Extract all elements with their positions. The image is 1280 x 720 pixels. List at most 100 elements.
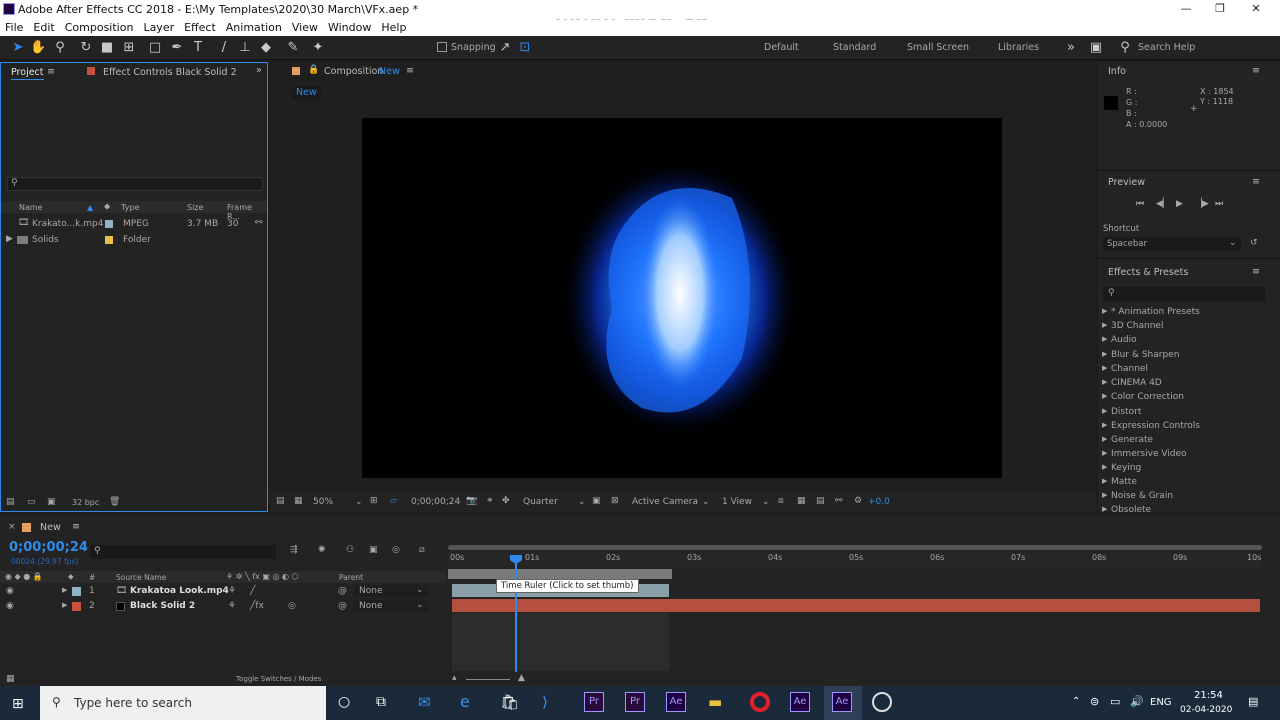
expand-arrow-icon[interactable]: ▶ [6, 234, 13, 244]
cortana-icon[interactable]: ○ [338, 694, 350, 710]
navigator-bar[interactable] [448, 545, 1262, 550]
clock-time[interactable]: 21:54 [1194, 690, 1223, 701]
graph-editor-icon[interactable]: ⧄ [419, 545, 425, 555]
effect-category[interactable]: Channel [1111, 364, 1148, 374]
task-view-icon[interactable]: ⧉ [376, 694, 386, 710]
search-help-field[interactable]: Search Help [1138, 42, 1195, 53]
workspace-default[interactable]: Default [764, 42, 799, 53]
workspace-standard[interactable]: Standard [833, 42, 876, 53]
current-time[interactable]: 0;00;00;24 [411, 497, 460, 507]
battery-icon[interactable]: ▭ [1110, 695, 1120, 708]
expand-arrow-icon[interactable]: ▶ [1102, 491, 1107, 499]
snap-feature-icon[interactable]: ⊡ [517, 40, 533, 56]
interpret-footage-icon[interactable]: ▤ [6, 497, 15, 507]
language-indicator[interactable]: ENG [1150, 697, 1172, 708]
list-item[interactable]: ▶ Solids Folder [1, 232, 267, 247]
composition-viewer[interactable] [362, 118, 1002, 478]
comp-tab-name[interactable]: New [379, 66, 400, 77]
new-folder-icon[interactable]: ▭ [27, 497, 36, 507]
rotate-tool-icon[interactable]: ↻ [78, 40, 94, 56]
effect-category[interactable]: Keying [1111, 463, 1141, 473]
expand-arrow-icon[interactable]: ▶ [1102, 407, 1107, 415]
puppet-tool-icon[interactable]: ✦ [310, 40, 326, 56]
rectangle-tool-icon[interactable]: □ [147, 40, 163, 56]
timeline-search-input[interactable] [90, 545, 276, 559]
shy-switch-icon[interactable]: ⚘ [228, 601, 236, 611]
layer-bar-black-solid[interactable] [452, 599, 1260, 612]
after-effects-icon[interactable]: Ae [790, 692, 810, 712]
comp-subtab[interactable]: New [292, 86, 321, 99]
layer-name[interactable]: Krakatoa Look.mp4 [130, 586, 229, 596]
snapshot-icon[interactable]: 📷 [466, 496, 477, 506]
tray-chevron-icon[interactable]: ⌃ [1072, 696, 1080, 707]
flowchart-icon[interactable]: ⚯ [835, 496, 843, 506]
comp-flowchart-icon[interactable]: ⇶ [290, 545, 298, 555]
expand-arrow-icon[interactable]: ▶ [62, 586, 67, 594]
notifications-icon[interactable]: ▤ [1248, 695, 1258, 708]
layer-name[interactable]: Black Solid 2 [130, 601, 195, 611]
table-row[interactable]: ◉ ▶ 1 🎞 Krakatoa Look.mp4 ⚘ ╱ @ None ⌄ [0, 584, 446, 598]
col-source-name[interactable]: Source Name [116, 573, 166, 582]
col-parent[interactable]: Parent [339, 573, 363, 582]
shortcut-dropdown[interactable]: Spacebar ⌄ [1103, 237, 1241, 251]
brush-tool-icon[interactable]: / [216, 40, 232, 56]
store-icon[interactable]: 🛍 [500, 693, 519, 711]
type-tool-icon[interactable]: T [190, 40, 206, 56]
expand-arrow-icon[interactable]: ▶ [1102, 421, 1107, 429]
pickwhip-icon[interactable]: @ [338, 601, 347, 611]
flowchart-icon[interactable]: ⚯ [255, 218, 263, 228]
effect-category[interactable]: Noise & Grain [1111, 491, 1173, 501]
edge-icon[interactable]: e [460, 692, 470, 711]
panel-menu-icon[interactable]: ≡ [72, 521, 80, 532]
effect-category[interactable]: Audio [1111, 335, 1137, 345]
show-snapshot-icon[interactable]: ⚭ [486, 496, 494, 506]
timeline-timecode[interactable]: 0;00;00;24 [9, 540, 88, 555]
panel-menu-icon[interactable]: ≡ [47, 66, 55, 77]
first-frame-icon[interactable]: ⏮ [1136, 199, 1144, 209]
chevron-down-icon[interactable]: ⌄ [702, 497, 710, 507]
frame-blending-icon[interactable]: ▣ [369, 545, 378, 555]
panel-menu-icon[interactable]: ≡ [1252, 176, 1260, 187]
menu-window[interactable]: Window [323, 20, 376, 36]
transparency-grid-icon[interactable]: ⊠ [611, 496, 619, 506]
panel-menu-icon[interactable]: ≡ [406, 65, 414, 76]
col-type[interactable]: Type [121, 203, 139, 212]
premiere-icon[interactable]: Pr [584, 692, 604, 712]
eye-icon[interactable]: ◉ [6, 586, 14, 596]
delete-icon[interactable]: 🗑 [109, 497, 120, 507]
project-search-input[interactable] [7, 177, 263, 191]
minimize-icon[interactable]: — [1176, 2, 1196, 15]
exposure-value[interactable]: +0.0 [868, 497, 890, 507]
parent-dropdown[interactable]: None ⌄ [354, 585, 428, 597]
last-frame-icon[interactable]: ⏭ [1215, 199, 1223, 209]
more-tabs-icon[interactable]: » [256, 65, 262, 76]
bit-depth[interactable]: 32 bpc [72, 498, 99, 507]
zoom-in-icon[interactable]: ▲ [518, 673, 525, 683]
timeline-icon[interactable]: ▤ [816, 496, 825, 506]
expand-arrow-icon[interactable]: ▶ [1102, 505, 1107, 513]
zoom-out-icon[interactable]: ▴ [452, 673, 457, 683]
expand-arrow-icon[interactable]: ▶ [1102, 335, 1107, 343]
vscode-icon[interactable]: ⟩ [542, 693, 548, 711]
motion-blur-icon[interactable]: ◎ [392, 545, 400, 555]
chevron-down-icon[interactable]: ⌄ [355, 497, 363, 507]
channel-icon[interactable]: ✤ [502, 496, 510, 506]
file-explorer-icon[interactable]: ▬ [708, 693, 722, 711]
effect-category[interactable]: * Animation Presets [1111, 307, 1200, 317]
expand-arrow-icon[interactable]: ▶ [1102, 307, 1107, 315]
chevron-down-icon[interactable]: ⌄ [762, 497, 770, 507]
hand-tool-icon[interactable]: ✋ [30, 40, 46, 56]
pan-behind-tool-icon[interactable]: ⊞ [121, 40, 137, 56]
time-ruler[interactable]: 00s 01s 02s 03s 04s 05s 06s 07s 08s 09s … [448, 551, 1262, 567]
new-composition-icon[interactable]: ▣ [47, 497, 56, 507]
toggle-pixel-aspect-icon[interactable]: ⧈ [778, 496, 784, 506]
snap-edge-icon[interactable]: ↗ [497, 40, 513, 56]
effect-category[interactable]: Immersive Video [1111, 449, 1187, 459]
after-effects-icon[interactable]: Ae [666, 692, 686, 712]
quality-switch-icon[interactable]: ╱ [250, 586, 255, 596]
panel-menu-icon[interactable]: ≡ [1252, 65, 1260, 76]
expand-arrow-icon[interactable]: ▶ [1102, 449, 1107, 457]
effects-switch-icon[interactable]: ╱fx [250, 601, 264, 611]
clock-date[interactable]: 02-04-2020 [1180, 705, 1232, 715]
premiere-icon[interactable]: Pr [625, 692, 645, 712]
